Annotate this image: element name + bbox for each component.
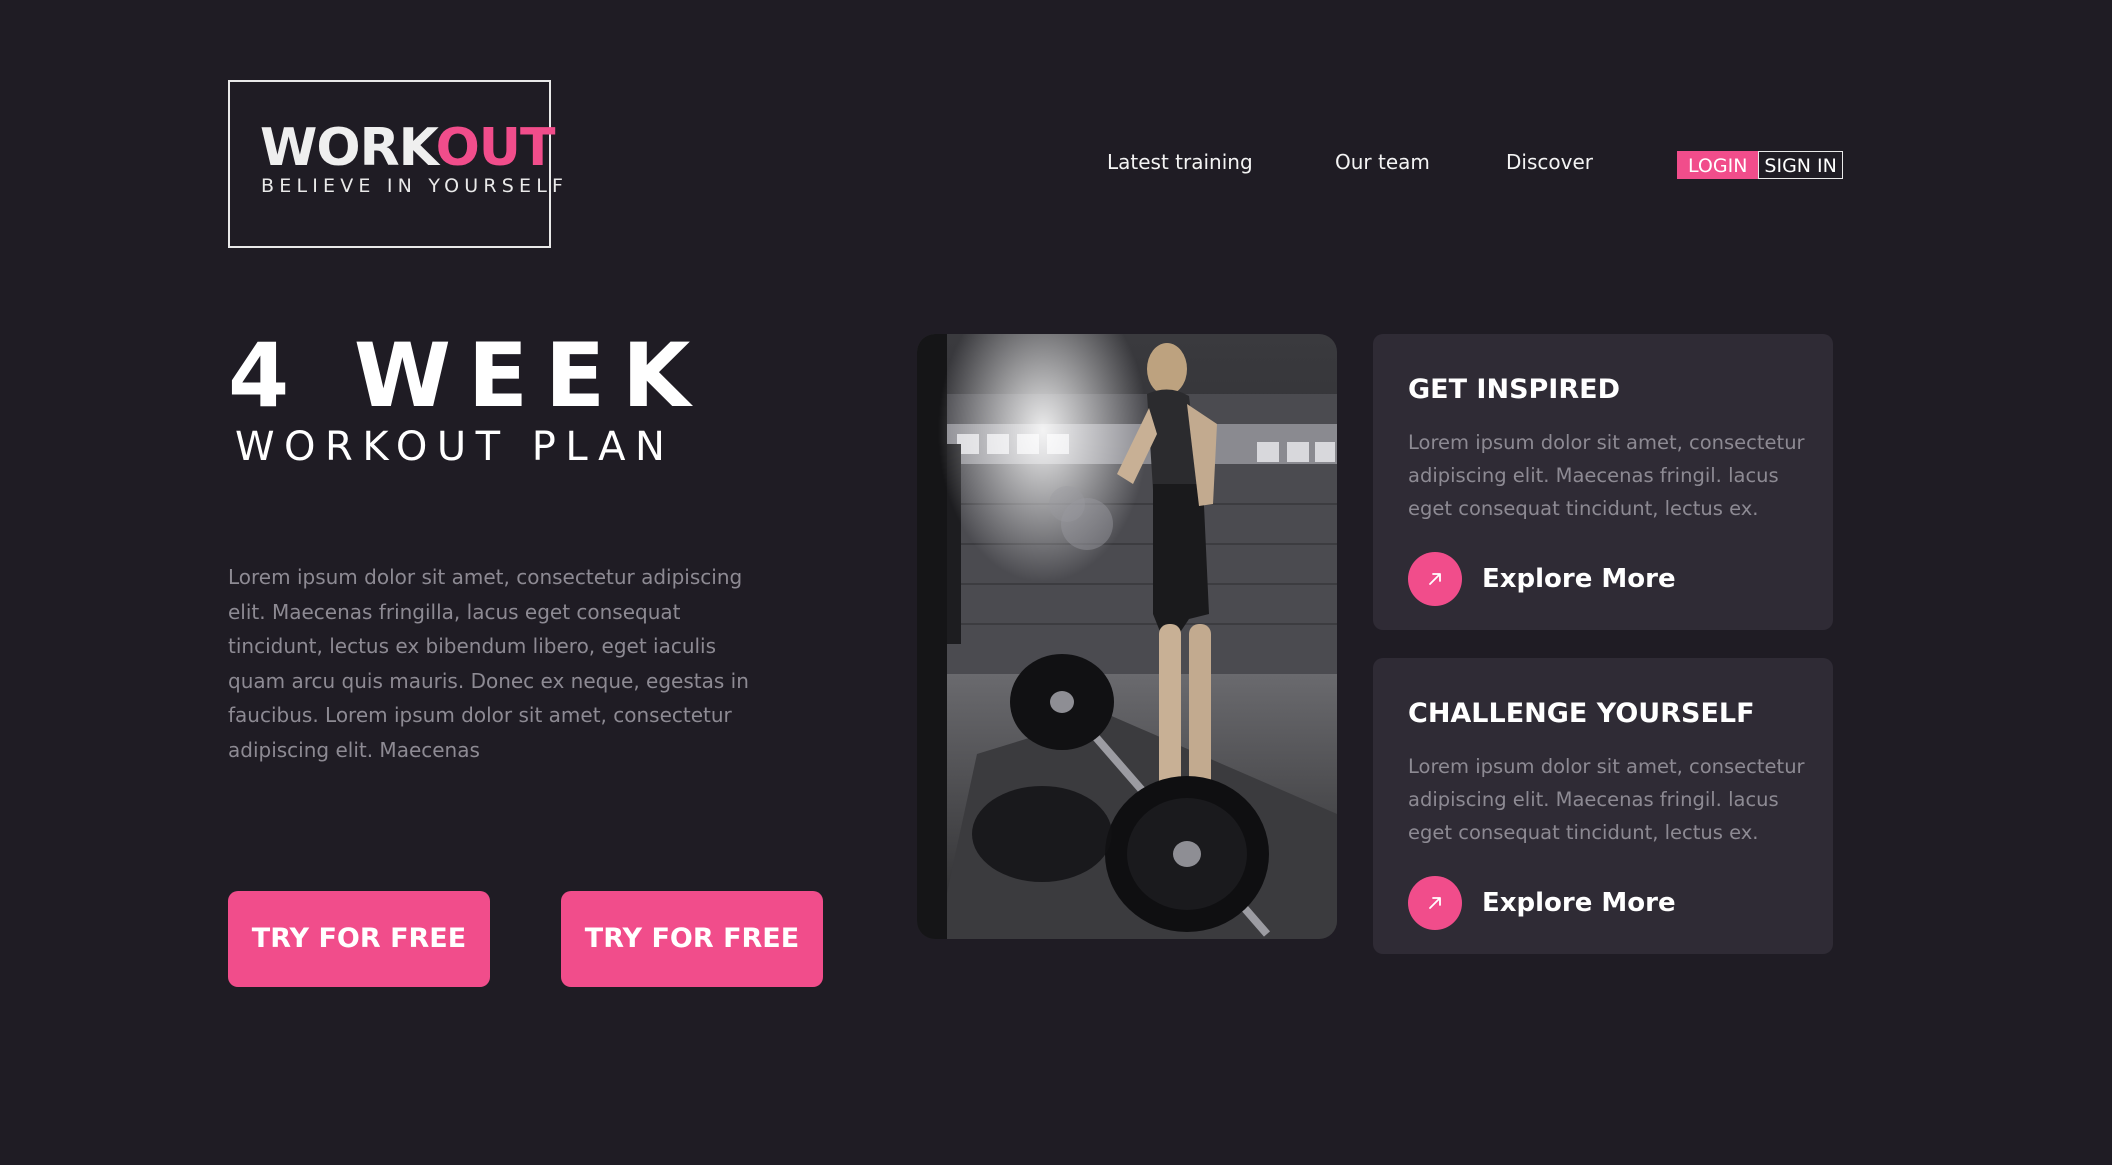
hero-photo <box>917 334 1337 939</box>
card-challenge-yourself: CHALLENGE YOURSELF Lorem ipsum dolor sit… <box>1373 658 1833 954</box>
logo-word-work: WORK <box>260 118 437 178</box>
athlete-barbell-illustration <box>917 334 1337 939</box>
login-button[interactable]: LOGIN <box>1677 151 1759 179</box>
card-get-inspired: GET INSPIRED Lorem ipsum dolor sit amet,… <box>1373 334 1833 630</box>
explore-more-label[interactable]: Explore More <box>1482 888 1676 918</box>
nav-link-our-team[interactable]: Our team <box>1335 150 1430 174</box>
hero-title: 4 WEEK <box>228 324 708 427</box>
explore-more-link[interactable]: Explore More <box>1408 876 1676 930</box>
logo[interactable]: WORKOUT BELIEVE IN YOURSELF <box>228 80 563 248</box>
card-text: Lorem ipsum dolor sit amet, consectetur … <box>1408 431 1805 520</box>
hero-subtitle: WORKOUT PLAN <box>235 424 675 470</box>
explore-more-link[interactable]: Explore More <box>1408 552 1676 606</box>
nav-link-discover[interactable]: Discover <box>1506 150 1593 174</box>
logo-wordmark: WORKOUT <box>260 122 555 174</box>
arrow-up-right-icon[interactable] <box>1408 876 1462 930</box>
hero-description: Lorem ipsum dolor sit amet, consectetur … <box>228 565 749 762</box>
explore-more-label[interactable]: Explore More <box>1482 564 1676 594</box>
try-for-free-button-secondary[interactable]: TRY FOR FREE <box>561 891 823 987</box>
card-text: Lorem ipsum dolor sit amet, consectetur … <box>1408 755 1805 844</box>
card-title: CHALLENGE YOURSELF <box>1408 698 1755 729</box>
try-for-free-button[interactable]: TRY FOR FREE <box>228 891 490 987</box>
sign-in-button[interactable]: SIGN IN <box>1758 151 1843 179</box>
page: WORKOUT BELIEVE IN YOURSELF Latest train… <box>0 0 2112 1165</box>
card-title: GET INSPIRED <box>1408 374 1620 405</box>
auth-buttons: LOGIN SIGN IN <box>1677 151 1843 179</box>
nav-link-latest-training[interactable]: Latest training <box>1107 150 1253 174</box>
logo-word-out: OUT <box>435 118 556 178</box>
arrow-up-right-icon[interactable] <box>1408 552 1462 606</box>
logo-tagline: BELIEVE IN YOURSELF <box>261 175 569 197</box>
